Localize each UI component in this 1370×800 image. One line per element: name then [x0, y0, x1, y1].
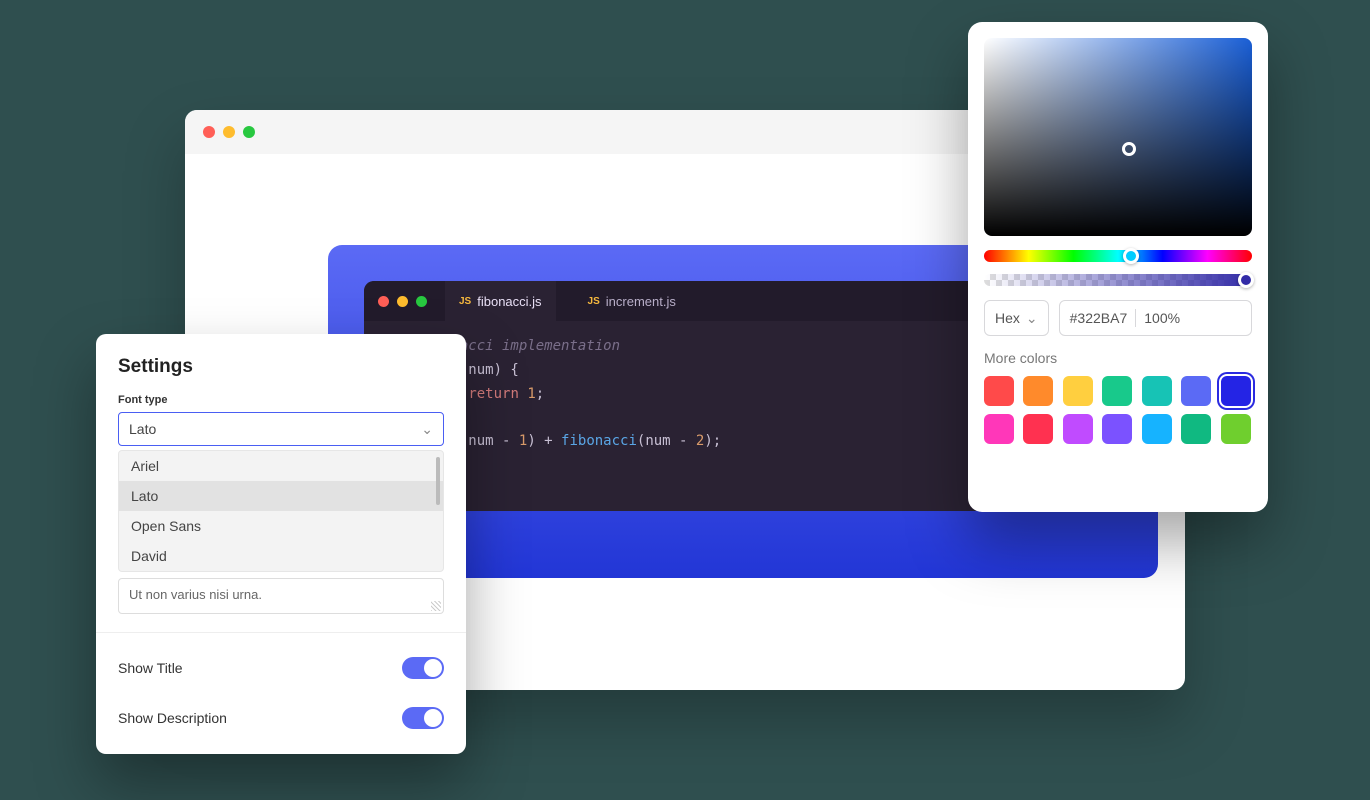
description-textarea[interactable]: Ut non varius nisi urna. — [118, 578, 444, 614]
code-sym: (num - — [637, 433, 696, 449]
code-sym: ); — [704, 433, 721, 449]
more-colors-label: More colors — [984, 350, 1252, 366]
editor-tab-increment[interactable]: JS increment.js — [574, 281, 690, 321]
color-swatch[interactable] — [1023, 376, 1053, 406]
window-close-dot[interactable] — [203, 126, 215, 138]
font-option-lato[interactable]: Lato — [119, 481, 443, 511]
color-swatch[interactable] — [1221, 376, 1251, 406]
code-keyword: return — [468, 386, 519, 402]
divider — [96, 632, 466, 633]
color-swatch[interactable] — [1023, 414, 1053, 444]
alpha-slider[interactable] — [984, 274, 1252, 286]
hue-slider[interactable] — [984, 250, 1252, 262]
color-swatch[interactable] — [1063, 376, 1093, 406]
editor-minimize-dot[interactable] — [397, 296, 408, 307]
color-swatch[interactable] — [984, 376, 1014, 406]
show-description-toggle[interactable] — [402, 707, 444, 729]
code-fn: fibonacci — [561, 433, 637, 449]
code-num: 1 — [519, 386, 536, 402]
color-swatch[interactable] — [1063, 414, 1093, 444]
editor-maximize-dot[interactable] — [416, 296, 427, 307]
color-swatches — [984, 376, 1252, 444]
font-type-label: Font type — [118, 394, 444, 406]
window-maximize-dot[interactable] — [243, 126, 255, 138]
font-type-dropdown: Ariel Lato Open Sans David — [118, 450, 444, 572]
color-swatch[interactable] — [1181, 376, 1211, 406]
editor-close-dot[interactable] — [378, 296, 389, 307]
show-title-row: Show Title — [118, 651, 444, 701]
textarea-value: Ut non varius nisi urna. — [129, 587, 262, 602]
font-type-value: Lato — [129, 421, 156, 437]
editor-tab-fibonacci[interactable]: JS fibonacci.js — [445, 281, 556, 321]
settings-title: Settings — [118, 356, 444, 378]
hex-value: #322BA7 — [1070, 310, 1128, 326]
color-swatch[interactable] — [1142, 376, 1172, 406]
settings-panel: Settings Font type Lato ⌄ Ariel Lato Ope… — [96, 334, 466, 754]
color-value-input[interactable]: #322BA7 100% — [1059, 300, 1252, 336]
dropdown-scrollbar[interactable] — [436, 457, 440, 505]
alpha-cursor[interactable] — [1238, 272, 1254, 288]
chevron-down-icon: ⌄ — [1026, 310, 1038, 327]
show-description-row: Show Description — [118, 701, 444, 751]
color-format-select[interactable]: Hex ⌄ — [984, 300, 1049, 336]
color-swatch[interactable] — [1102, 414, 1132, 444]
color-swatch[interactable] — [1221, 414, 1251, 444]
resize-handle-icon[interactable] — [431, 601, 441, 611]
code-sym: (num - — [460, 433, 519, 449]
font-option-opensans[interactable]: Open Sans — [119, 511, 443, 541]
show-title-label: Show Title — [118, 660, 183, 676]
code-sym: ; — [536, 386, 544, 402]
sv-cursor[interactable] — [1122, 142, 1136, 156]
color-swatch[interactable] — [1181, 414, 1211, 444]
code-sym: ) + — [527, 433, 561, 449]
window-minimize-dot[interactable] — [223, 126, 235, 138]
opacity-value: 100% — [1144, 310, 1180, 326]
code-sym: (num) { — [460, 362, 519, 378]
show-description-label: Show Description — [118, 710, 227, 726]
tab-label: increment.js — [606, 294, 676, 309]
font-type-select[interactable]: Lato ⌄ — [118, 412, 444, 446]
js-icon: JS — [588, 296, 600, 307]
font-option-david[interactable]: David — [119, 541, 443, 571]
separator — [1135, 309, 1136, 327]
saturation-value-area[interactable] — [984, 38, 1252, 236]
color-swatch[interactable] — [1142, 414, 1172, 444]
chevron-down-icon: ⌄ — [421, 421, 433, 438]
tab-label: fibonacci.js — [477, 294, 541, 309]
color-format-value: Hex — [995, 310, 1020, 326]
color-swatch[interactable] — [1102, 376, 1132, 406]
js-icon: JS — [459, 296, 471, 307]
hue-cursor[interactable] — [1123, 248, 1139, 264]
font-option-ariel[interactable]: Ariel — [119, 451, 443, 481]
color-picker-panel: Hex ⌄ #322BA7 100% More colors — [968, 22, 1268, 512]
show-title-toggle[interactable] — [402, 657, 444, 679]
color-swatch[interactable] — [984, 414, 1014, 444]
color-input-row: Hex ⌄ #322BA7 100% — [984, 300, 1252, 336]
